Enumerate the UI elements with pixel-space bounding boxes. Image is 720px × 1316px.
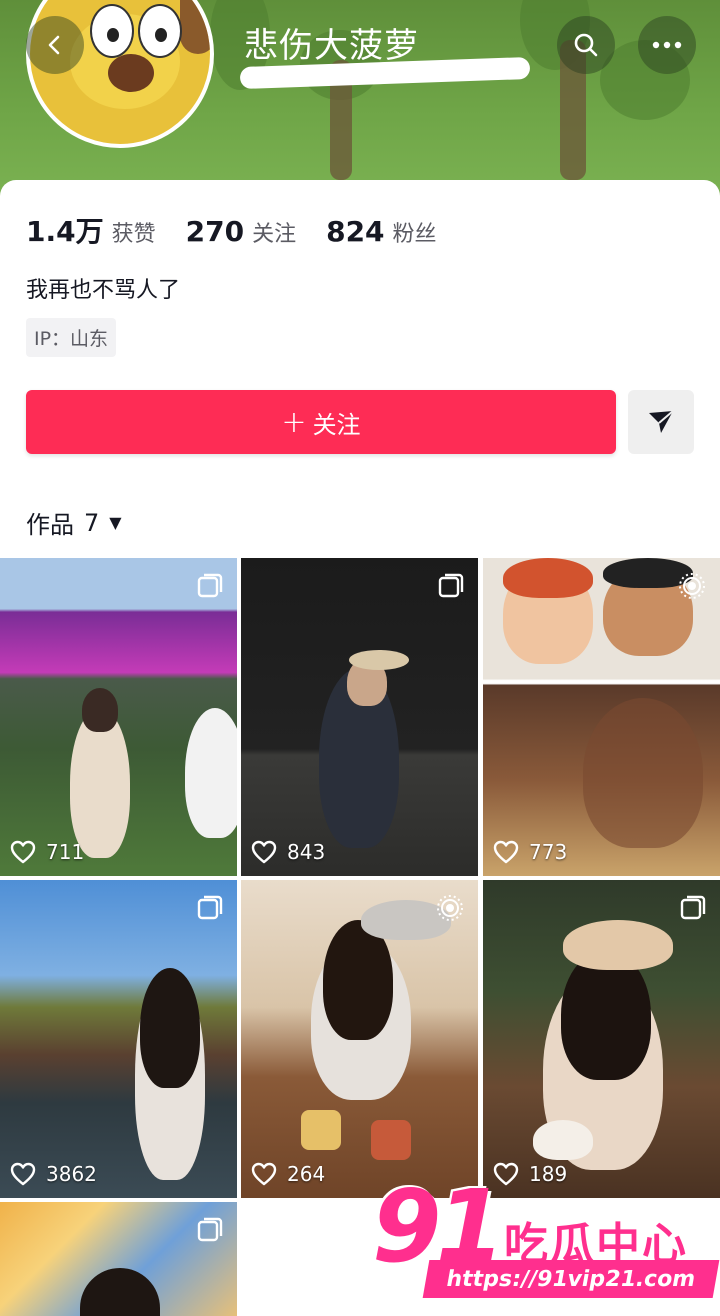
work-tile[interactable]: 773 <box>483 558 720 876</box>
profile-nickname: 悲伤大菠萝 <box>244 26 419 66</box>
stat-label: 关注 <box>252 222 297 247</box>
follow-button[interactable]: + 关注 <box>26 390 616 454</box>
more-button[interactable] <box>638 16 696 74</box>
multi-image-icon <box>680 895 706 920</box>
work-tile[interactable]: 189 <box>483 880 720 1198</box>
watermark-url: https://91vip21.com <box>422 1260 720 1298</box>
like-count: 3862 <box>10 1162 97 1186</box>
profile-banner: 悲伤大菠萝 <box>0 0 720 200</box>
back-button[interactable] <box>26 16 84 74</box>
caret-down-icon: ▼ <box>109 513 122 532</box>
profile-bio: 我再也不骂人了 <box>26 278 181 303</box>
like-count-value: 843 <box>287 840 326 864</box>
work-tile[interactable]: 843 <box>241 558 478 876</box>
more-icon <box>652 41 682 49</box>
like-count-value: 264 <box>287 1162 326 1186</box>
share-button[interactable] <box>628 390 694 454</box>
stat-label: 获赞 <box>111 222 156 247</box>
multi-image-icon <box>197 895 223 920</box>
multi-image-icon <box>197 1217 223 1242</box>
watermark: 91 吃瓜中心 https://91vip21.com <box>372 1168 720 1316</box>
plus-icon: + <box>281 404 307 440</box>
stat-following[interactable]: 270 关注 <box>186 215 296 248</box>
like-count: 843 <box>251 840 325 864</box>
stat-number: 1.4万 <box>26 215 104 248</box>
work-tile[interactable]: 3862 <box>0 880 237 1198</box>
heart-icon <box>10 840 36 864</box>
live-photo-icon <box>679 573 705 599</box>
stat-label: 粉丝 <box>392 222 437 247</box>
like-count-value: 773 <box>529 840 568 864</box>
work-tile[interactable]: 264 <box>241 880 478 1198</box>
share-icon <box>649 410 674 433</box>
work-tile[interactable]: 711 <box>0 558 237 876</box>
heart-icon <box>251 840 277 864</box>
stat-likes[interactable]: 1.4万 获赞 <box>26 210 156 250</box>
profile-stats: 1.4万 获赞 270 关注 824 粉丝 <box>26 210 467 250</box>
work-tile[interactable] <box>0 1202 237 1316</box>
search-icon <box>574 33 598 57</box>
like-count-value: 3862 <box>46 1162 97 1186</box>
like-count: 773 <box>493 840 567 864</box>
works-tab[interactable]: 作品 7 ▼ <box>26 505 122 540</box>
stat-number: 270 <box>185 215 245 248</box>
like-count: 264 <box>251 1162 325 1186</box>
works-label: 作品 <box>26 511 74 539</box>
back-icon <box>48 35 60 55</box>
stat-number: 824 <box>326 215 385 248</box>
works-count: 7 <box>84 508 100 537</box>
heart-icon <box>493 840 519 864</box>
multi-image-icon <box>438 573 464 598</box>
stat-followers[interactable]: 824 粉丝 <box>326 215 436 248</box>
multi-image-icon <box>197 573 223 598</box>
search-button[interactable] <box>557 16 615 74</box>
ip-location-tag: IP：山东 <box>26 318 117 357</box>
like-count: 711 <box>10 840 84 864</box>
heart-icon <box>10 1162 36 1186</box>
live-photo-icon <box>437 895 463 921</box>
follow-label: 关注 <box>312 410 361 439</box>
heart-icon <box>251 1162 277 1186</box>
like-count-value: 711 <box>46 840 85 864</box>
profile-card: 1.4万 获赞 270 关注 824 粉丝 我再也不骂人了 IP：山东 + 关注… <box>0 180 720 560</box>
